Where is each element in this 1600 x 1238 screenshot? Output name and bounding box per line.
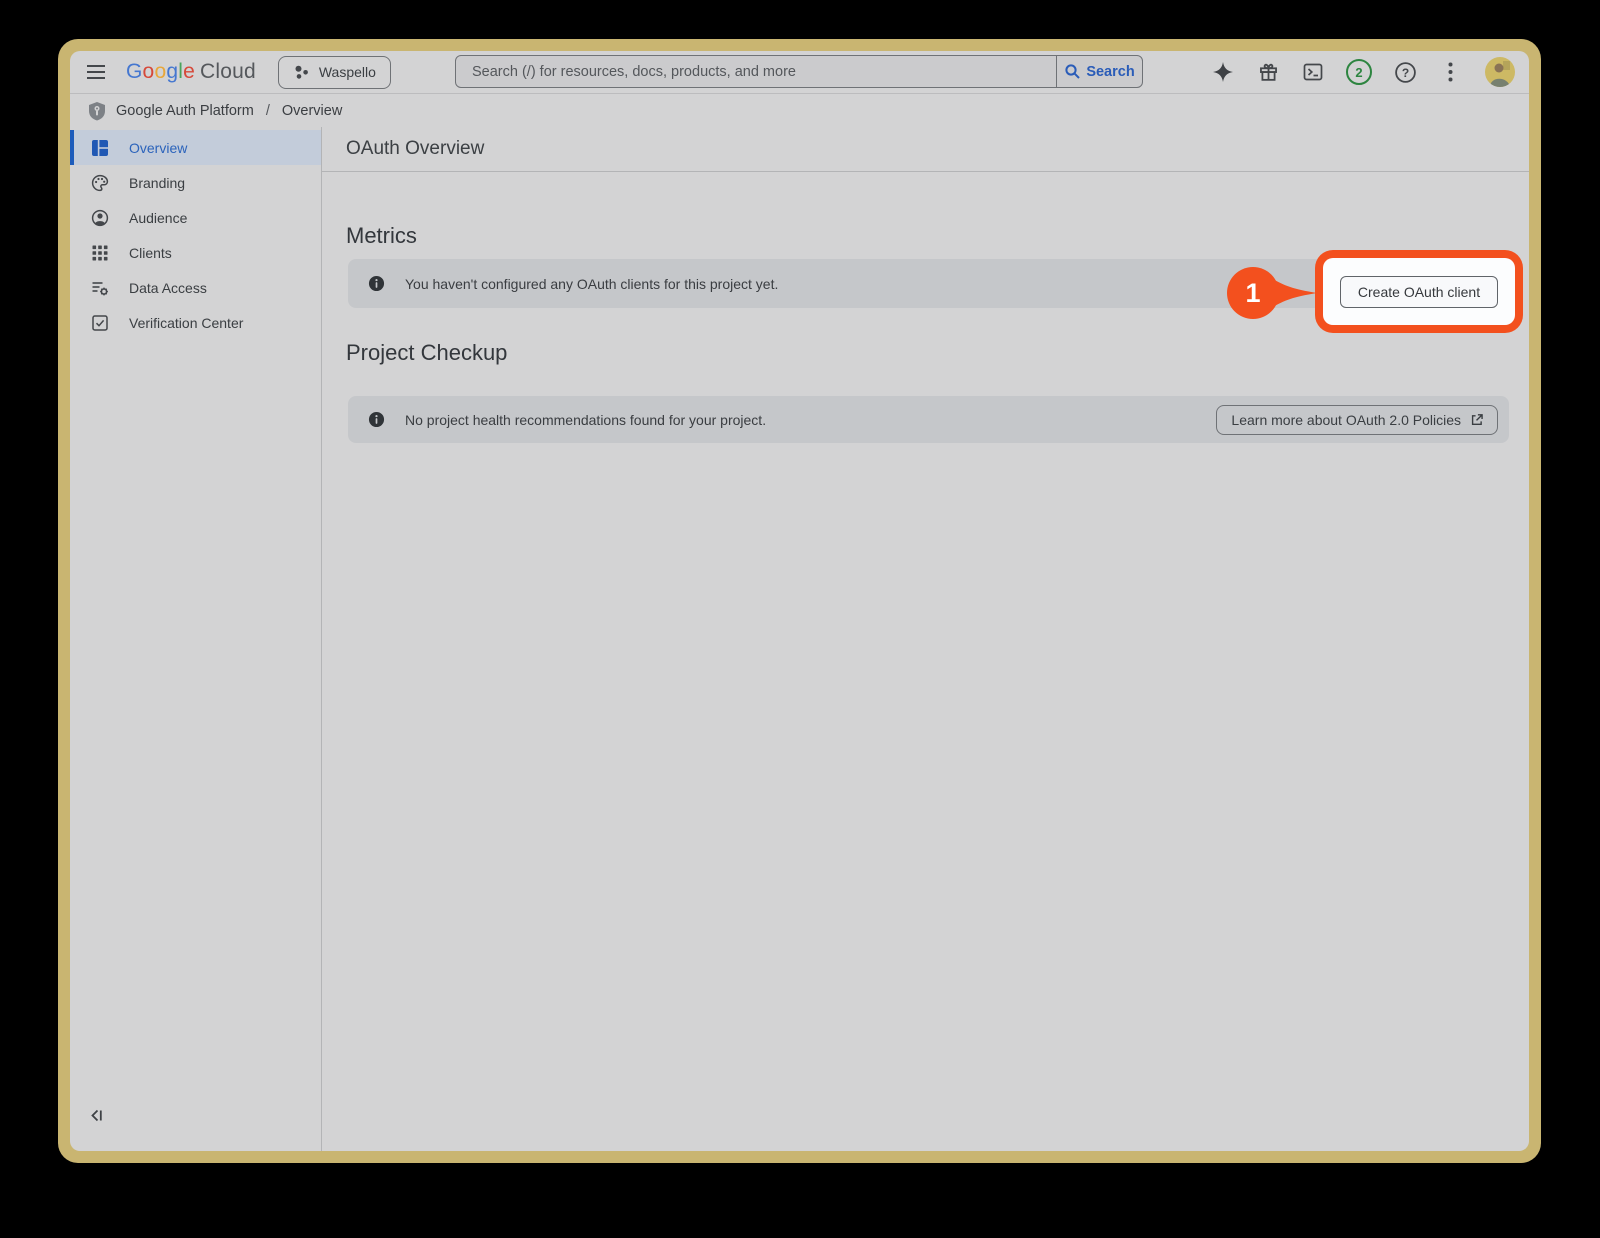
project-picker-icon (295, 65, 308, 79)
sidebar-item-label: Clients (129, 244, 172, 261)
help-icon[interactable]: ? (1393, 60, 1417, 84)
project-selector[interactable]: Waspello (277, 55, 391, 89)
logo-cloud-text: Cloud (199, 60, 256, 83)
search-input[interactable] (456, 56, 1056, 87)
external-link-icon (1471, 414, 1483, 426)
create-oauth-client-button[interactable]: Create OAuth client (1339, 275, 1499, 308)
project-checkup-banner: No project health recommendations found … (348, 396, 1509, 443)
dashboard-icon (91, 139, 109, 157)
metrics-banner-text: You haven't configured any OAuth clients… (405, 275, 779, 292)
list-settings-icon (91, 279, 109, 297)
sidebar-item-label: Verification Center (129, 314, 244, 331)
notification-count: 2 (1355, 64, 1363, 80)
project-name: Waspello (318, 64, 376, 80)
collapse-sidebar-icon[interactable] (88, 1107, 106, 1125)
header-actions: 2 ? (1211, 57, 1515, 87)
project-checkup-heading: Project Checkup (346, 340, 508, 365)
body-row: Overview Branding Audience Clients Data … (70, 127, 1529, 1151)
person-icon (91, 209, 109, 227)
annotation-highlight: Create OAuth client (1315, 250, 1523, 333)
logo-google-text: Google (126, 60, 195, 83)
annotation-step-number: 1 (1245, 278, 1260, 308)
search-icon (1065, 64, 1081, 79)
sidebar-item-audience[interactable]: Audience (70, 200, 321, 235)
sidebar-nav: Overview Branding Audience Clients Data … (70, 127, 322, 1151)
more-vertical-icon[interactable] (1438, 60, 1462, 84)
sidebar-item-data-access[interactable]: Data Access (70, 270, 321, 305)
info-icon (368, 411, 385, 428)
menu-icon[interactable] (84, 60, 108, 84)
info-icon (368, 275, 385, 292)
auth-platform-icon (89, 101, 105, 120)
annotation-step-marker: 1 (1227, 267, 1317, 319)
breadcrumb-separator: / (265, 102, 270, 119)
gift-icon[interactable] (1256, 60, 1280, 84)
page-title: OAuth Overview (346, 138, 485, 159)
sidebar-item-label: Branding (129, 174, 186, 191)
gemini-icon[interactable] (1211, 60, 1235, 84)
sidebar-item-label: Audience (129, 209, 188, 226)
cloud-shell-icon[interactable] (1301, 60, 1325, 84)
sidebar-item-overview[interactable]: Overview (70, 130, 321, 165)
main-content: OAuth Overview Metrics You haven't confi… (322, 127, 1529, 1151)
search-bar: Search (455, 55, 1143, 88)
svg-text:?: ? (1401, 66, 1408, 80)
top-bar: Google Cloud Waspello Search (/) for res… (70, 51, 1529, 93)
search-button-label: Search (1086, 63, 1135, 80)
annotation-highlight-inner: Create OAuth client (1323, 258, 1515, 325)
screenshot-frame: Google Cloud Waspello Search (/) for res… (58, 39, 1541, 1163)
apps-grid-icon (91, 244, 109, 262)
breadcrumb: Google Auth Platform / Overview (70, 93, 1529, 127)
page-title-row: OAuth Overview (322, 127, 1529, 172)
metrics-heading: Metrics (346, 223, 417, 248)
avatar[interactable] (1485, 57, 1515, 87)
sidebar-item-label: Data Access (129, 279, 207, 296)
breadcrumb-current: Overview (281, 102, 343, 119)
learn-more-label: Learn more about OAuth 2.0 Policies (1231, 411, 1461, 428)
breadcrumb-section[interactable]: Google Auth Platform (116, 103, 254, 119)
checkup-banner-text: No project health recommendations found … (405, 411, 767, 428)
checkbox-icon (91, 314, 109, 332)
sidebar-item-branding[interactable]: Branding (70, 165, 321, 200)
google-cloud-logo: Google Cloud (126, 60, 256, 84)
browser-window: Google Cloud Waspello Search (/) for res… (70, 51, 1529, 1151)
notifications-badge[interactable]: 2 (1346, 59, 1372, 85)
learn-more-oauth-policies-button[interactable]: Learn more about OAuth 2.0 Policies (1216, 404, 1498, 435)
palette-icon (91, 174, 109, 192)
search-button[interactable]: Search (1056, 56, 1142, 87)
sidebar-item-verification-center[interactable]: Verification Center (70, 305, 321, 340)
sidebar-item-label: Overview (129, 139, 188, 156)
sidebar-item-clients[interactable]: Clients (70, 235, 321, 270)
